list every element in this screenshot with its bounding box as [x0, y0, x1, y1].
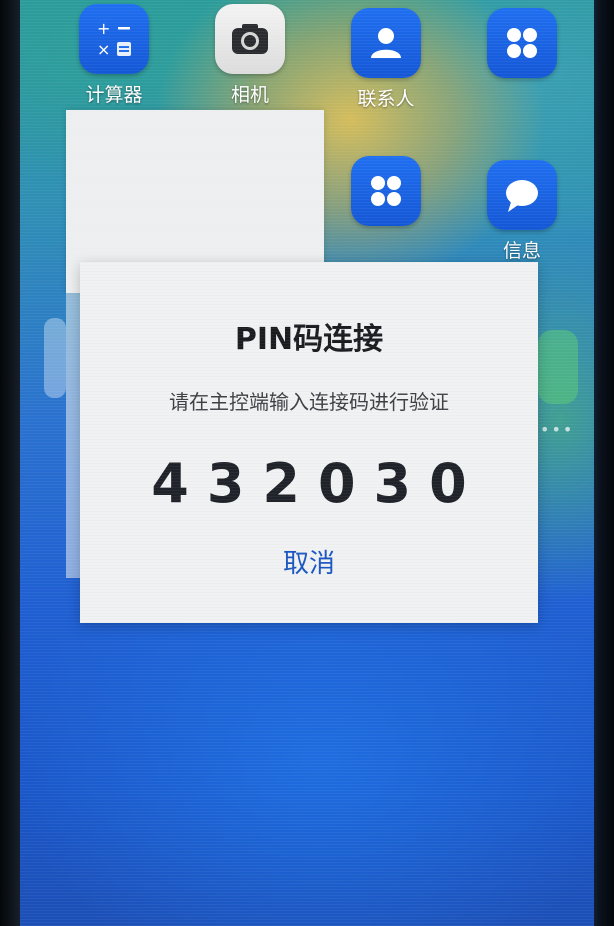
cancel-button[interactable]: 取消 — [259, 542, 359, 586]
app-folder-second[interactable] — [338, 156, 434, 232]
phone-screen: + × 计算器 相机 联系人 信息 ••• PIN码连接 请在主控端输入连接码进… — [20, 0, 594, 926]
svg-text:×: × — [97, 40, 110, 59]
dialog-subtitle: 请在主控端输入连接码进行验证 — [169, 390, 449, 414]
contacts-icon — [351, 8, 421, 78]
messages-icon — [487, 160, 557, 230]
app-label: 信息 — [502, 240, 541, 262]
calculator-icon: + × — [79, 4, 149, 74]
device-bezel-right — [592, 0, 614, 926]
app-folder-icon — [487, 8, 557, 78]
pin-code: 432030 — [151, 452, 485, 515]
overlay-edge-strip — [66, 293, 80, 578]
photo-frame: + × 计算器 相机 联系人 信息 ••• PIN码连接 请在主控端输入连接码进… — [0, 0, 614, 926]
camera-icon — [215, 4, 285, 74]
app-label: 计算器 — [85, 84, 143, 106]
app-camera[interactable]: 相机 — [202, 4, 298, 107]
dialog-title: PIN码连接 — [234, 322, 384, 357]
partial-app-icon-left — [44, 318, 66, 398]
pin-connection-dialog: PIN码连接 请在主控端输入连接码进行验证 432030 取消 — [80, 262, 538, 623]
app-label: 相机 — [230, 84, 269, 106]
app-folder-icon — [351, 156, 421, 226]
app-contacts[interactable]: 联系人 — [338, 8, 434, 111]
app-calculator[interactable]: + × 计算器 — [66, 4, 162, 107]
svg-text:+: + — [97, 19, 110, 38]
app-messages[interactable]: 信息 — [474, 160, 570, 263]
app-folder-top[interactable] — [474, 8, 570, 84]
app-label: 联系人 — [357, 88, 415, 110]
page-dots-icon: ••• — [540, 420, 575, 439]
partial-app-icon-right — [538, 330, 578, 404]
